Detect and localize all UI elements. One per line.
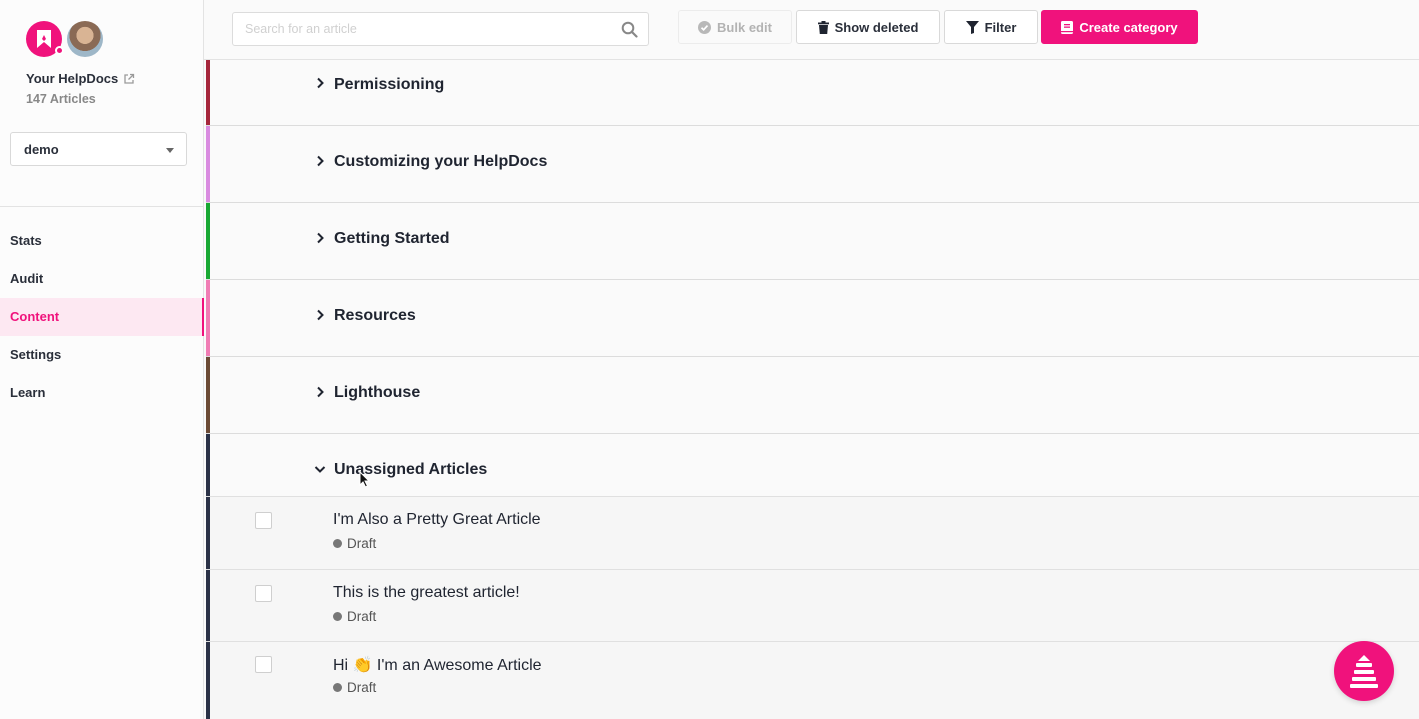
search-input[interactable] bbox=[233, 13, 603, 45]
article-title[interactable]: This is the greatest article! bbox=[333, 584, 520, 602]
bulk-edit-button[interactable]: Bulk edit bbox=[678, 10, 792, 44]
sidebar-item-settings[interactable]: Settings bbox=[0, 336, 204, 374]
category-row-getting-started[interactable]: Getting Started bbox=[206, 203, 1419, 280]
caret-down-icon bbox=[166, 148, 174, 153]
status-dot bbox=[333, 612, 342, 621]
category-color-bar bbox=[206, 570, 210, 641]
category-title[interactable]: Permissioning bbox=[334, 76, 444, 94]
category-color-bar bbox=[206, 434, 210, 496]
toolbar: Bulk edit Show deleted Filter Create cat… bbox=[204, 0, 1419, 60]
status-label: Draft bbox=[347, 680, 377, 695]
chevron-right-icon[interactable] bbox=[314, 386, 326, 398]
category-color-bar bbox=[206, 203, 210, 279]
article-checkbox[interactable] bbox=[255, 656, 272, 673]
bulk-edit-label: Bulk edit bbox=[717, 19, 772, 35]
site-name-link[interactable]: Your HelpDocs bbox=[26, 71, 135, 86]
article-status: Draft bbox=[333, 536, 376, 551]
mouse-cursor-icon bbox=[359, 471, 370, 488]
article-status: Draft bbox=[333, 680, 376, 695]
avatar[interactable] bbox=[67, 21, 103, 57]
category-title[interactable]: Customizing your HelpDocs bbox=[334, 153, 547, 171]
category-color-bar bbox=[206, 497, 210, 569]
filter-label: Filter bbox=[984, 19, 1017, 35]
sidebar-item-stats[interactable]: Stats bbox=[0, 222, 204, 260]
create-category-label: Create category bbox=[1079, 19, 1178, 35]
search-box bbox=[232, 12, 649, 46]
sidebar-item-content[interactable]: Content bbox=[0, 298, 204, 336]
category-title[interactable]: Getting Started bbox=[334, 230, 450, 248]
create-category-button[interactable]: Create category bbox=[1041, 10, 1198, 44]
bookmark-icon bbox=[37, 30, 51, 48]
site-select[interactable]: demo bbox=[10, 132, 187, 166]
category-row-unassigned[interactable]: Unassigned Articles bbox=[206, 434, 1419, 497]
status-label: Draft bbox=[347, 536, 377, 551]
external-link-icon[interactable] bbox=[123, 73, 135, 85]
site-select-value: demo bbox=[24, 142, 59, 157]
site-name: Your HelpDocs bbox=[26, 71, 119, 86]
category-row-permissioning[interactable]: Permissioning bbox=[206, 60, 1419, 126]
category-title[interactable]: Lighthouse bbox=[334, 384, 420, 402]
article-count: 147 Articles bbox=[26, 92, 96, 106]
article-row[interactable]: This is the greatest article! Draft bbox=[206, 570, 1419, 642]
category-color-bar bbox=[206, 60, 210, 125]
search-icon[interactable] bbox=[621, 21, 638, 38]
article-checkbox[interactable] bbox=[255, 585, 272, 602]
status-label: Draft bbox=[347, 609, 377, 624]
chevron-right-icon[interactable] bbox=[314, 232, 326, 244]
category-title[interactable]: Resources bbox=[334, 307, 416, 325]
status-dot bbox=[333, 539, 342, 548]
check-circle-icon bbox=[698, 20, 712, 34]
sidebar-item-learn[interactable]: Learn bbox=[0, 374, 204, 412]
article-row[interactable]: Hi 👏 I'm an Awesome Article Draft bbox=[206, 642, 1419, 719]
help-widget-button[interactable] bbox=[1334, 641, 1394, 701]
chevron-right-icon[interactable] bbox=[314, 155, 326, 167]
filter-icon bbox=[965, 20, 979, 34]
category-row-customizing[interactable]: Customizing your HelpDocs bbox=[206, 126, 1419, 203]
article-status: Draft bbox=[333, 609, 376, 624]
category-title[interactable]: Unassigned Articles bbox=[334, 461, 487, 479]
status-dot bbox=[333, 683, 342, 692]
sidebar-divider bbox=[0, 206, 204, 207]
article-title[interactable]: Hi 👏 I'm an Awesome Article bbox=[333, 655, 542, 675]
category-color-bar bbox=[206, 642, 210, 719]
category-row-lighthouse[interactable]: Lighthouse bbox=[206, 357, 1419, 434]
chevron-right-icon[interactable] bbox=[314, 77, 326, 89]
category-row-resources[interactable]: Resources bbox=[206, 280, 1419, 357]
show-deleted-label: Show deleted bbox=[834, 19, 919, 35]
chevron-down-icon[interactable] bbox=[314, 463, 326, 475]
sidebar-nav: Stats Audit Content Settings Learn bbox=[0, 222, 204, 412]
article-checkbox[interactable] bbox=[255, 512, 272, 529]
lighthouse-icon bbox=[1350, 655, 1378, 688]
sidebar: Your HelpDocs 147 Articles demo Stats Au… bbox=[0, 0, 204, 719]
trash-icon bbox=[817, 20, 829, 34]
book-icon bbox=[1061, 20, 1074, 34]
category-color-bar bbox=[206, 280, 210, 356]
category-color-bar bbox=[206, 126, 210, 202]
article-row[interactable]: I'm Also a Pretty Great Article Draft bbox=[206, 497, 1419, 570]
sidebar-item-audit[interactable]: Audit bbox=[0, 260, 204, 298]
filter-button[interactable]: Filter bbox=[944, 10, 1038, 44]
category-color-bar bbox=[206, 357, 210, 433]
chevron-right-icon[interactable] bbox=[314, 309, 326, 321]
notification-dot bbox=[55, 46, 64, 55]
article-title[interactable]: I'm Also a Pretty Great Article bbox=[333, 511, 541, 529]
helpdocs-logo[interactable] bbox=[26, 21, 64, 57]
show-deleted-button[interactable]: Show deleted bbox=[796, 10, 940, 44]
